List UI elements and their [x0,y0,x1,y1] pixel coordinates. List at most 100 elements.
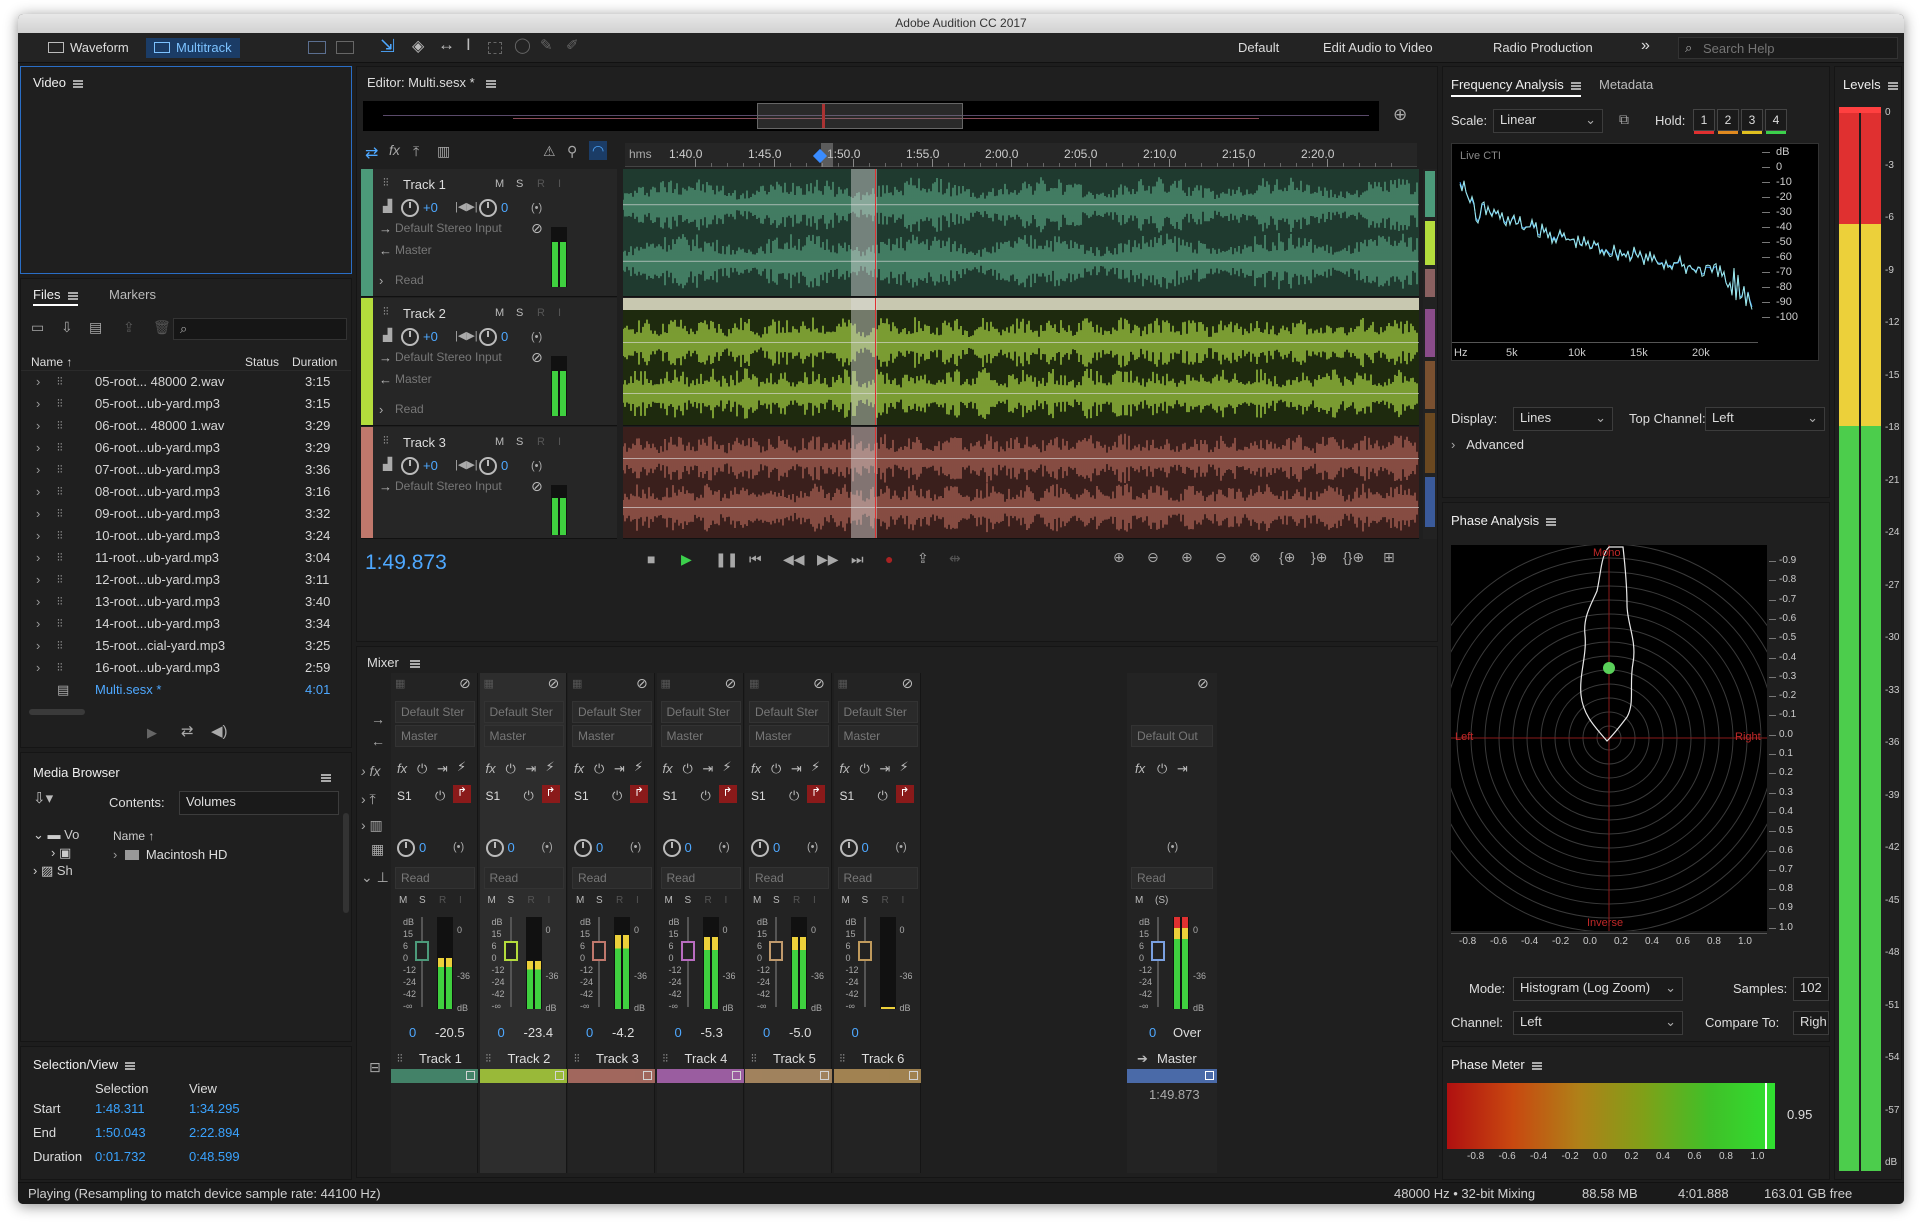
workspace-overflow-icon[interactable]: » [1641,37,1650,55]
fx-icon[interactable]: fx [1135,761,1145,776]
auto-play-icon[interactable]: ◀) [211,722,228,740]
advanced-toggle[interactable]: › Advanced [1451,437,1524,452]
spectral-display-icon[interactable] [308,41,326,54]
strip-m-button[interactable]: M [576,895,584,906]
file-row[interactable]: › ⫶⫶ 12-root...ub-yard.mp3 3:11 [29,569,359,591]
pitch-display-icon[interactable] [336,41,354,54]
mode-select[interactable]: Histogram (Log Zoom) ⌄ [1513,977,1683,1001]
panel-menu-icon[interactable] [125,1061,136,1070]
chevron-right-icon[interactable]: › [36,525,40,547]
loop-preview-icon[interactable]: ⇄ [181,722,194,740]
volume-fader[interactable] [592,941,606,961]
strip-output-select[interactable]: Master [749,725,829,747]
phase-invert-icon[interactable]: ⊘ [531,349,543,366]
samples-field[interactable]: 102 [1793,977,1829,1001]
strip-color-bar[interactable] [745,1069,832,1083]
input-icon[interactable]: → [371,711,385,727]
chevron-right-icon[interactable]: › [36,547,40,569]
master-volume-fader[interactable] [1151,941,1165,961]
strip-r-button[interactable]: R [705,895,712,906]
marquee-tool-icon[interactable] [488,42,502,54]
master-m-button[interactable]: M [1135,895,1143,906]
strip-color-swatch[interactable] [908,1071,918,1080]
strip-pan-value[interactable]: 0 [419,840,426,855]
razor-tool-icon[interactable]: ◈ [412,36,424,56]
strip-volume-value[interactable]: 0 [409,1025,416,1040]
strip-s-button[interactable]: S [862,895,869,906]
master-s-button[interactable]: (S) [1155,895,1168,906]
fx-icon[interactable]: fx [397,761,407,776]
chevron-right-icon[interactable]: › [36,481,40,503]
track-m-button[interactable]: M [495,178,504,190]
file-row[interactable]: › ⫶⫶ 09-root...ub-yard.mp3 3:32 [29,503,359,525]
multitrack-view-button[interactable]: Multitrack [146,38,240,58]
chevron-right-icon[interactable]: › [36,437,40,459]
file-row[interactable]: › ⫶⫶ 06-root... 48000 1.wav 3:29 [29,415,359,437]
strip-pan-value[interactable]: 0 [596,840,603,855]
tab-frequency-analysis[interactable]: Frequency Analysis [1451,77,1581,97]
hold-button[interactable]: 4 [1765,109,1787,134]
track-volume-value[interactable]: +0 [423,200,438,215]
strip-i-button[interactable]: I [725,895,728,906]
strip-i-button[interactable]: I [636,895,639,906]
files-scrollbar[interactable] [29,709,85,715]
compare-to-select[interactable]: Righ [1793,1011,1829,1035]
send-select[interactable]: S1 [663,789,678,803]
fx-icon[interactable]: fx [663,761,673,776]
fast-forward-icon[interactable]: ▶▶ [817,551,839,568]
track-header[interactable]: ⫶⫶ Track 2 M S R I ▟ +0 |◀▶| 0 (•) → Default Stereo … [361,298,617,426]
zoom-tracks-icon[interactable]: ⊞ [1383,549,1395,566]
phase-invert-icon[interactable]: ⊘ [531,478,543,495]
power-icon[interactable]: ⏻ [860,761,870,777]
track-pan-value[interactable]: 0 [501,200,508,215]
file-row[interactable]: › ⫶⫶ 13-root...ub-yard.mp3 3:40 [29,591,359,613]
chevron-right-icon[interactable]: › [36,459,40,481]
zoom-to-time-icon[interactable]: ⊕ [1393,105,1407,125]
strip-volume-value[interactable]: 0 [498,1025,505,1040]
strip-color-swatch[interactable] [820,1071,829,1080]
strip-r-button[interactable]: R [439,895,446,906]
strip-pan-value[interactable]: 0 [773,840,780,855]
phase-invert-icon[interactable]: ⊘ [531,220,543,237]
pre-render-icon[interactable]: ⇥ [1177,761,1188,777]
waveform-view-button[interactable]: Waveform [40,38,137,58]
strip-track-name[interactable]: Track 6 [862,1051,905,1066]
track-name[interactable]: Track 3 [403,435,446,450]
sends-row-icon[interactable]: › ⤒ [361,791,376,808]
view-duration-value[interactable]: 0:48.599 [189,1149,240,1164]
track-s-button[interactable]: S [516,436,523,448]
master-volume-value[interactable]: 0 [1149,1025,1156,1040]
pre-render-icon[interactable]: ⇥ [880,761,891,777]
strip-r-button[interactable]: R [793,895,800,906]
tree-item-volumes[interactable]: ⌄ ▬ Vo [33,827,79,843]
phase-channel-select[interactable]: Left ⌄ [1513,1011,1683,1035]
chevron-right-icon[interactable]: › [36,393,40,415]
strip-color-swatch[interactable] [731,1071,741,1080]
audio-clip[interactable] [623,298,1419,426]
master-automation-select[interactable]: Read [1131,867,1213,889]
pause-icon[interactable]: ❚❚ [715,551,738,568]
pan-knob[interactable] [479,457,497,475]
power-icon[interactable]: ⏻ [771,761,781,777]
timeline-ruler[interactable]: hms 1:40.0 1:45.0 1:50.0 1:55.0 2:00.0 2:05.0 2… [625,143,1417,167]
current-time-display[interactable]: 1:49.873 [365,551,447,575]
track-automation-select[interactable]: Read [395,402,535,416]
tab-metadata[interactable]: Metadata [1599,77,1653,92]
pan-knob[interactable] [751,839,769,857]
workspace-radio-production[interactable]: Radio Production [1493,40,1593,55]
selection-start-value[interactable]: 1:48.311 [95,1101,145,1116]
lightning-icon[interactable]: ⚡ [900,759,909,775]
pan-knob[interactable] [662,839,681,857]
strip-color-bar[interactable] [656,1069,744,1083]
send-select[interactable]: S1 [397,789,412,803]
pan-knob[interactable] [839,839,858,857]
strip-track-name[interactable]: Track 3 [596,1051,639,1066]
pan-row-icon[interactable]: ▦ [371,841,384,858]
phase-invert-icon[interactable]: ⊘ [1197,675,1209,692]
track-header[interactable]: ⫶⫶ Track 3 M S R I ▟ +0 |◀▶| 0 (•) → Default Stereo … [361,427,617,539]
capture-snapshot-icon[interactable]: ⧉ [1619,111,1629,128]
power-icon[interactable]: ⏻ [683,761,693,777]
stop-icon[interactable]: ■ [647,551,655,567]
skip-icon[interactable]: ⇹ [949,550,961,567]
time-selection[interactable] [851,298,877,425]
